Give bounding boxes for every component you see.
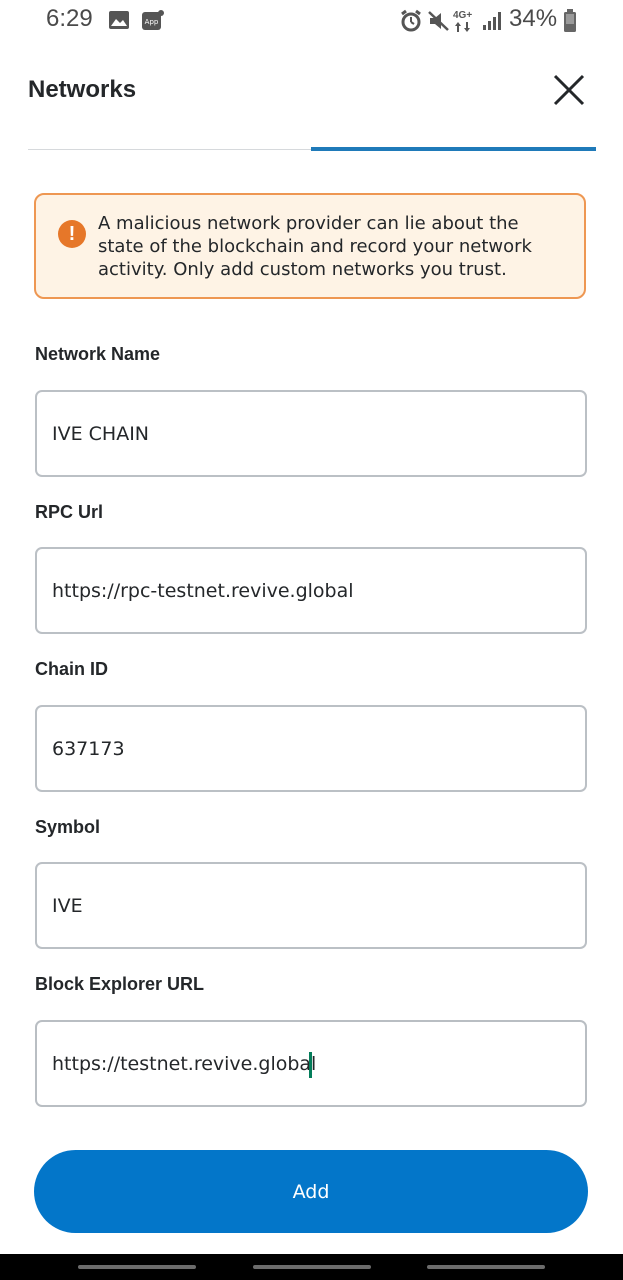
add-button[interactable]: Add <box>34 1150 588 1233</box>
status-bar: 6:29 App 4G+ 34% <box>0 0 623 44</box>
status-time: 6:29 <box>46 5 93 32</box>
network-name-field[interactable] <box>35 390 587 477</box>
block-explorer-url-input[interactable] <box>52 1022 572 1105</box>
rpc-url-input[interactable] <box>52 549 572 632</box>
nav-back-button[interactable] <box>427 1265 545 1269</box>
battery-icon <box>564 9 576 32</box>
text-caret <box>309 1052 312 1078</box>
signal-icon <box>483 12 501 30</box>
symbol-label: Symbol <box>35 817 101 837</box>
chain-id-field[interactable] <box>35 705 587 792</box>
rpc-url-label: RPC Url <box>35 502 104 522</box>
warning-text: A malicious network provider can lie abo… <box>98 213 532 280</box>
symbol-input[interactable] <box>52 864 572 947</box>
tab-inactive-underline[interactable] <box>28 149 311 150</box>
svg-text:App: App <box>145 18 159 26</box>
symbol-field[interactable] <box>35 862 587 949</box>
chain-id-label: Chain ID <box>35 659 109 679</box>
nav-recent-button[interactable] <box>78 1265 196 1269</box>
block-explorer-url-label: Block Explorer URL <box>35 974 205 994</box>
network-name-input[interactable] <box>52 392 572 475</box>
4g-plus-icon: 4G+ <box>453 10 472 32</box>
warning-banner: ! A malicious network provider can lie a… <box>34 193 586 299</box>
network-name-label: Network Name <box>35 344 161 364</box>
close-icon[interactable] <box>549 70 589 110</box>
block-explorer-url-field[interactable] <box>35 1020 587 1107</box>
alarm-icon <box>401 9 421 32</box>
app-notification-icon: App <box>142 10 164 30</box>
rpc-url-field[interactable] <box>35 547 587 634</box>
nav-home-button[interactable] <box>253 1265 371 1269</box>
page-title: Networks <box>28 76 137 103</box>
tab-active-underline[interactable] <box>311 147 596 151</box>
svg-text:4G+: 4G+ <box>453 10 472 21</box>
system-nav-bar <box>0 1254 623 1280</box>
chain-id-input[interactable] <box>52 707 572 790</box>
tab-bar <box>28 147 596 151</box>
image-icon <box>109 11 129 29</box>
mute-icon <box>428 11 449 31</box>
warning-icon: ! <box>58 220 86 248</box>
battery-percentage: 34% <box>509 5 558 32</box>
